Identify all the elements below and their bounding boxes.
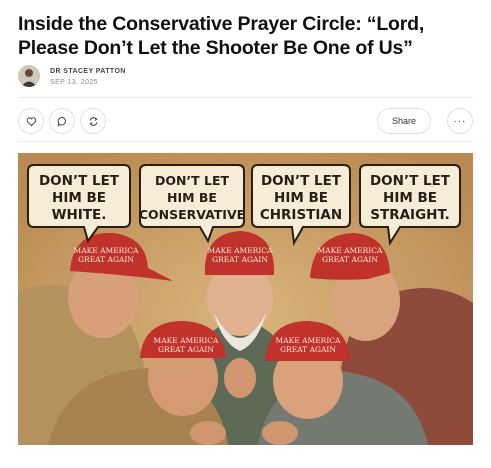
author-avatar[interactable] [18,65,40,87]
hat-front-right-text: MAKE AMERICA GREAT AGAIN [276,336,341,354]
folded-hands [262,421,298,445]
more-options-button[interactable]: ··· [447,108,473,134]
comment-button[interactable] [49,108,75,134]
divider [18,97,473,98]
restack-icon [88,116,98,126]
article-illustration: MAKE AMERICA GREAT AGAIN MAKE AMERICA GREA… [18,153,473,445]
publish-date: SEP 13, 2025 [50,79,98,86]
restack-button[interactable] [80,108,106,134]
comment-icon [57,116,66,127]
hat-front-left-text: MAKE AMERICA GREAT AGAIN [154,336,219,354]
hat-center-text: MAKE AMERICA GREAT AGAIN [208,246,273,264]
article-title: Inside the Conservative Prayer Circle: “… [18,13,425,59]
folded-hands [224,358,256,398]
hat-right-text: MAKE AMERICA GREAT AGAIN [318,246,383,264]
divider [18,141,473,142]
hat-left-text: MAKE AMERICA GREAT AGAIN [74,246,139,264]
like-button[interactable] [18,108,44,134]
author-name[interactable]: DR STACEY PATTON [50,68,126,75]
folded-hands [190,421,226,445]
share-button[interactable]: Share [376,108,431,134]
heart-icon [26,116,36,126]
post-actions: Share ··· [18,108,473,134]
